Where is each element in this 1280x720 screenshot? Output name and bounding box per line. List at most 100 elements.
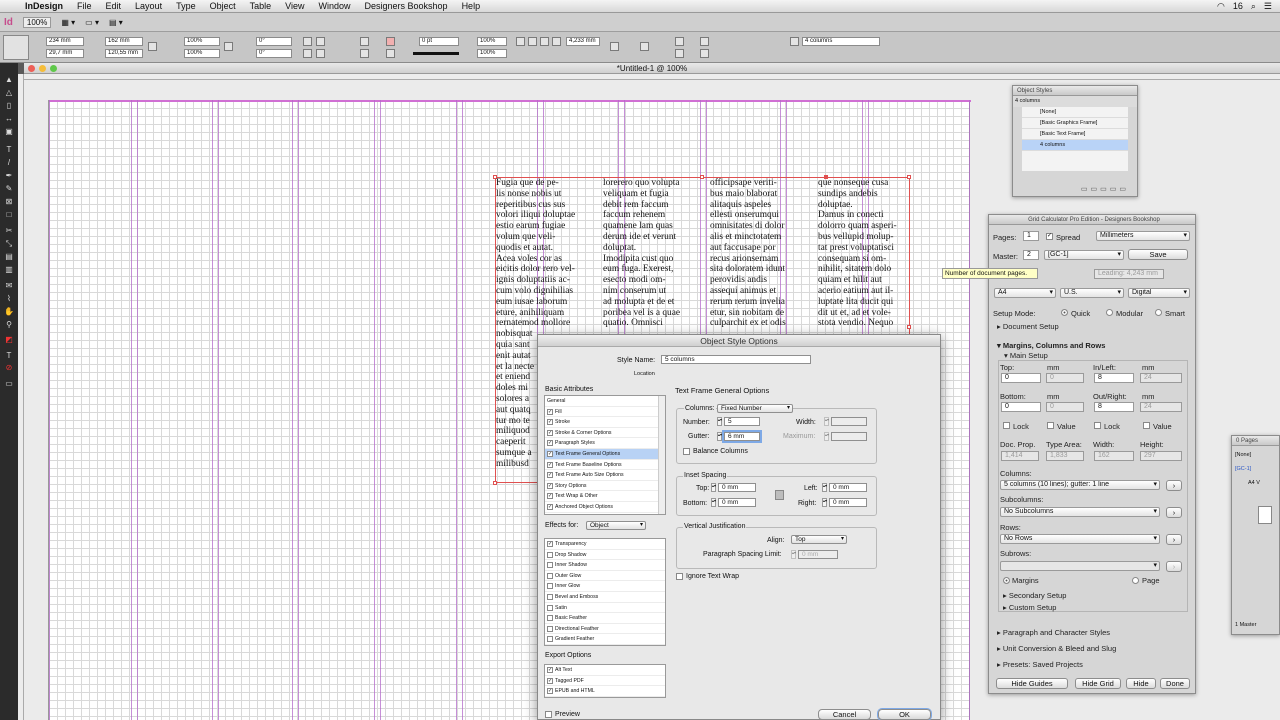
pages-gc-master[interactable]: [GC-1] [1232,458,1279,472]
spotlight-icon[interactable]: ⌕ [1251,1,1256,12]
minimize-window-icon[interactable] [39,65,46,72]
menu-table[interactable]: Table [243,0,279,13]
note-tool-icon[interactable]: ✉ [3,281,15,291]
w-field[interactable]: 162 mm [105,37,143,46]
pages-field[interactable]: 1 [1023,231,1039,241]
object-style-item[interactable]: [None] [1022,107,1128,118]
hand-tool-icon[interactable]: ✋ [3,307,15,317]
stroke-weight-field[interactable]: 0 pt [419,37,459,46]
eyedropper-tool-icon[interactable]: ⌇ [3,294,15,304]
zoom-window-icon[interactable] [50,65,57,72]
checkbox[interactable] [547,604,553,611]
ignore-text-wrap-checkbox[interactable] [676,573,683,580]
number-field[interactable]: 5 [724,417,760,426]
checkbox[interactable] [547,625,553,632]
gap-tool-icon[interactable]: ↔ [3,114,15,124]
inset-right-field[interactable]: 0 mm [829,498,867,507]
rotate-angle-field[interactable]: 0° [256,37,292,46]
checkbox[interactable]: ✓ [547,472,553,479]
object-style-item[interactable]: [Basic Graphics Frame] [1022,118,1128,129]
list-item[interactable]: ✓ Stroke & Corner Options [545,428,665,439]
rows-next-button[interactable]: › [1166,534,1182,545]
checkbox[interactable] [547,562,553,569]
spread-checkbox[interactable]: ✓ [1046,233,1053,240]
paper-region-select[interactable]: U.S. [1060,288,1124,298]
list-item[interactable]: Outer Glow [545,571,665,582]
page-tool-icon[interactable]: ▯ [3,101,15,111]
opacity-a-field[interactable]: 100% [477,37,507,46]
gradient-tool-icon[interactable]: ▤ [3,252,15,262]
modular-radio[interactable] [1106,309,1113,316]
checkbox[interactable]: ✓ [547,677,553,684]
checkbox[interactable]: ✓ [547,493,553,500]
done-button[interactable]: Done [1160,678,1190,689]
rotate-cw-icon[interactable] [303,37,312,46]
effects-for-select[interactable]: Object [586,521,646,530]
list-item-general[interactable]: General [545,396,665,407]
hide-grid-button[interactable]: Hide Grid [1075,678,1121,689]
list-item[interactable]: ✓ Story Options [545,481,665,492]
list-item[interactable]: Bevel and Emboss [545,592,665,603]
columns-type-select[interactable]: Fixed Number [717,404,793,413]
flip-horizontal-icon[interactable] [303,49,312,58]
wifi-icon[interactable]: ◠ [1217,1,1225,12]
checkbox[interactable]: ✓ [547,429,553,436]
constrain-proportions-icon[interactable] [148,42,157,51]
value-checkbox-2[interactable] [1143,422,1150,429]
pencil-tool-icon[interactable]: ✎ [3,184,15,194]
checkbox[interactable]: ✓ [547,408,553,415]
checkbox[interactable]: ✓ [547,541,553,547]
inset-left-stepper[interactable]: ▴▾ [822,483,827,492]
screen-mode-tool-icon[interactable]: ▭ [3,379,15,389]
checkbox[interactable]: ✓ [547,688,553,695]
align-top-icon[interactable] [675,37,684,46]
quick-radio[interactable] [1061,309,1068,316]
list-item[interactable]: ✓ Transparency [545,539,665,550]
list-item[interactable]: ✓ Alt Text [545,665,665,676]
margins-radio[interactable] [1003,577,1010,584]
preview-checkbox[interactable] [545,711,552,718]
inset-top-stepper[interactable]: ▴▾ [711,483,716,492]
master-field[interactable]: 2 [1023,250,1039,260]
menu-designers-bookshop[interactable]: Designers Bookshop [358,0,455,13]
zoom-level[interactable]: 100% [22,16,52,28]
fit-content-icon[interactable] [640,42,649,51]
x-field[interactable]: 234 mm [46,37,84,46]
zoom-tool-icon[interactable]: ⚲ [3,320,15,330]
flip-vertical-icon[interactable] [316,49,325,58]
menu-file[interactable]: File [70,0,99,13]
subcolumns-next-button[interactable]: › [1166,507,1182,518]
list-item[interactable]: Drop Shadow [545,550,665,561]
page-thumbnail[interactable] [1258,506,1272,524]
checkbox[interactable]: ✓ [547,419,553,426]
list-item[interactable]: Directional Feather [545,624,665,635]
free-transform-tool-icon[interactable]: ⤡ [3,239,15,249]
type-tool-icon[interactable]: T [3,145,15,155]
text-wrap-4-icon[interactable] [552,37,561,46]
cancel-button[interactable]: Cancel [818,709,871,720]
list-item[interactable]: Inner Shadow [545,560,665,571]
opacity-b-field[interactable]: 100% [477,49,507,58]
list-item[interactable]: ✓ Text Wrap & Other [545,491,665,502]
h-field[interactable]: 120,55 mm [105,49,143,58]
fill-stroke-icon[interactable]: ◩ [3,335,15,345]
list-item[interactable]: ✓ Anchored Object Options [545,502,665,513]
gutter-field[interactable]: 4,233 mm [566,37,600,46]
inset-bottom-stepper[interactable]: ▴▾ [711,498,716,507]
inset-left-field[interactable]: 0 mm [829,483,867,492]
bottom-margin-field[interactable]: 0 [1001,402,1041,412]
scale-y-field[interactable]: 100% [184,49,220,58]
inset-bottom-field[interactable]: 0 mm [718,498,756,507]
checkbox[interactable] [547,551,553,558]
list-item[interactable]: ✓ Fill [545,407,665,418]
text-wrap-3-icon[interactable] [540,37,549,46]
gradient-feather-tool-icon[interactable]: ▥ [3,265,15,275]
checkbox[interactable] [547,593,553,600]
object-style-select[interactable]: 4 columns [802,37,880,46]
menu-layout[interactable]: Layout [128,0,169,13]
object-style-icon[interactable] [790,37,799,46]
frame-handle[interactable] [907,175,911,179]
lock-checkbox[interactable] [1003,422,1010,429]
text-wrap-2-icon[interactable] [528,37,537,46]
top-margin-field[interactable]: 0 [1001,373,1041,383]
